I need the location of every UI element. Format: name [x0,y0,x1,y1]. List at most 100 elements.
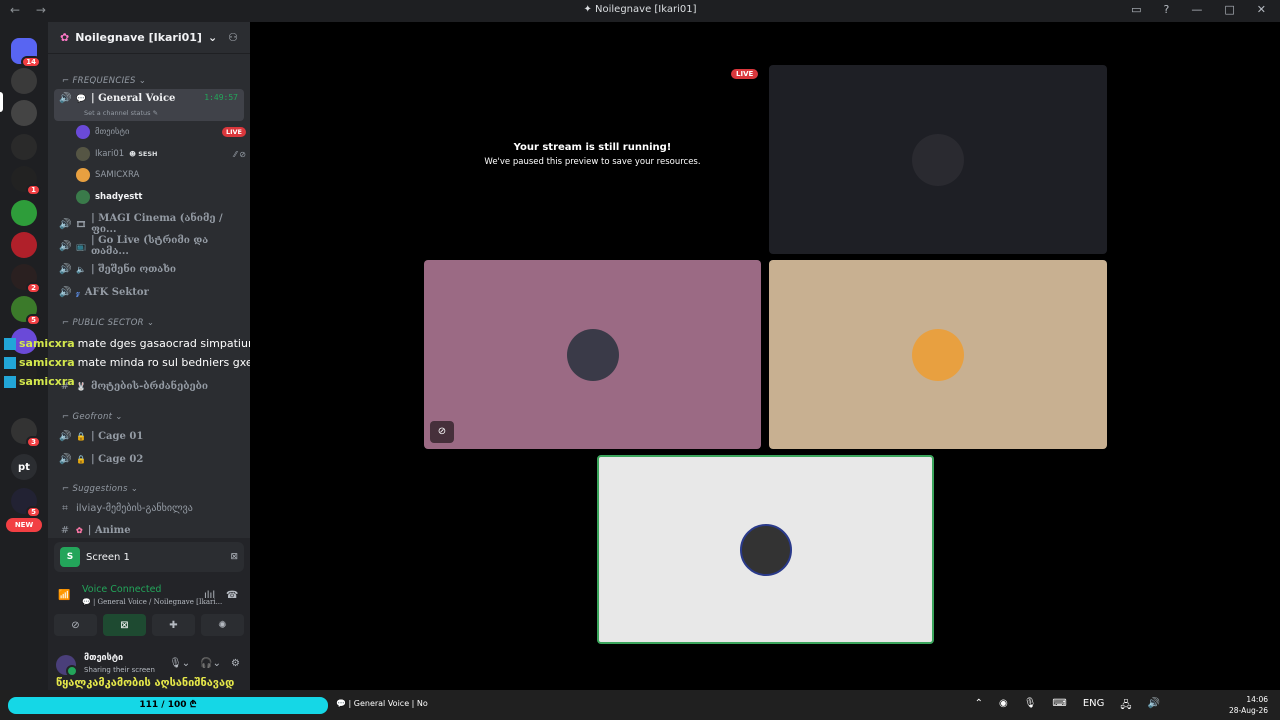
noise-suppression-icon[interactable]: ılıl [204,590,215,601]
user-name[interactable]: მთეისტი [84,653,123,663]
inbox-icon[interactable]: ▭ [1131,3,1141,16]
screen-share-button[interactable]: ⊠ [103,614,146,636]
health-bar: 111 / 100 ₾ [8,697,328,714]
live-badge: LIVE [731,69,759,79]
channel-ilviay[interactable]: ⌗ ilviay-მემების-განხილვა [54,498,244,518]
screen-share-icon: ⊠ [120,619,129,631]
avatar [76,147,90,161]
microphone-icon[interactable]: 🎙⌄ [169,658,190,669]
participant-tile[interactable] [769,260,1107,449]
stop-share-icon[interactable]: ⊠ [230,552,238,562]
soundboard-button[interactable]: ✺ [201,614,244,636]
maximize-icon[interactable]: □ [1224,3,1234,16]
eye-icon[interactable]: ◉ [999,698,1008,715]
disconnect-icon[interactable]: ☎ [226,590,238,601]
avatar [76,190,90,204]
settings-gear-icon[interactable]: ⚙ [231,658,240,669]
channel-afk[interactable]: 🔊 𝓏 AFK Sektor [54,282,244,302]
voice-user[interactable]: მთეისტი LIVE [76,123,246,141]
network-icon[interactable]: 🖧 [1120,698,1131,715]
twitch-icon [4,375,16,388]
mention-badge: 2 [26,282,41,294]
volume-icon[interactable]: 🔊 [1148,698,1160,715]
chevron-up-icon[interactable]: ⌃ [975,698,983,715]
guild-icon[interactable] [11,232,37,258]
clock[interactable]: 14:06 28-Aug-26 [1229,694,1268,716]
twitch-icon [4,356,16,369]
guild-icon[interactable] [11,68,37,94]
guild-icon[interactable]: 2 [11,264,41,294]
guild-icon[interactable]: 1 [11,166,41,196]
chat-bubble-icon: 💬 [82,598,93,606]
minimize-icon[interactable]: — [1191,3,1202,16]
channel-motebis[interactable]: # 🐰 მოტების-ბრძანებები [54,376,244,396]
voice-user[interactable]: shadyestt [76,188,246,206]
language-indicator[interactable]: ENG [1083,698,1105,715]
close-icon[interactable]: ✕ [1257,3,1266,16]
mention-badge: 3 [26,436,41,448]
participant-tile[interactable]: ⊘ [424,260,761,449]
stream-paused-message: Your stream is still running! We've paus… [424,142,761,167]
help-icon[interactable]: ? [1164,3,1170,16]
guild-icon[interactable]: 5 [11,296,41,326]
guild-icon[interactable] [11,200,37,226]
guild-icon[interactable]: 5 [11,488,41,518]
speaker-icon: 🔊 [59,453,72,465]
new-pill[interactable]: NEW [6,518,42,532]
headphones-icon[interactable]: 🎧⌄ [200,658,221,669]
channel-anime[interactable]: # ✿ | Anime [54,520,244,540]
guild-icon[interactable]: 14 [11,38,41,68]
camera-button[interactable]: ⊘ [54,614,97,636]
user-controls: 🎙⌄ 🎧⌄ ⚙ [169,658,240,669]
channel-go-live[interactable]: 🔊 📺 | Go Live (სტრიმი და თამა... [54,235,244,257]
guild-icon[interactable]: pt [11,454,37,480]
speaker-icon: 🔊 [59,430,72,442]
participant-tile-speaking[interactable] [597,455,934,644]
channel-shemtsveni[interactable]: 🔊 🔈 | შეშენი ოთახი [54,259,244,279]
screen-icon: S [60,547,80,567]
mention-badge: 1 [26,184,41,196]
taskbar-channel[interactable]: 💬 | General Voice | No [336,699,428,708]
participant-tile[interactable] [769,65,1107,254]
keyboard-icon[interactable]: ⌨ [1052,698,1066,715]
signal-icon[interactable]: 📶 [58,590,70,601]
voice-user[interactable]: SAMICXRA [76,166,246,184]
server-header[interactable]: ✿ Noilegnave [Ikari01] ⌄ ⚇ [48,22,250,54]
channel-magi-cinema[interactable]: 🔊 🎞 | MAGI Cinema (ანიმე / ფი... [54,213,244,235]
server-icon: ✦ [583,4,596,15]
voice-timer: 1:49:57 [204,93,238,102]
voice-connection: 📶 Voice Connected 💬 | General Voice / No… [54,582,244,612]
channel-cage-02[interactable]: 🔊 🔒 | Cage 02 [54,449,244,469]
avatar [566,328,619,381]
voice-connected-label[interactable]: Voice Connected [82,584,161,595]
category-geofront[interactable]: ⌐ Geofront ⌄ [62,412,123,422]
channel-status[interactable]: Set a channel status ✎ [84,109,158,117]
invite-icon[interactable]: ⚇ [228,31,238,44]
overlay-chat-line: samicxra [4,375,78,388]
lock-icon: 🔒 [76,454,86,464]
guild-icon[interactable] [11,100,37,126]
overlay-caption: წყალკამკამობის აღსანიშნავად [56,676,235,689]
live-badge: LIVE [221,127,246,137]
screen-share-row[interactable]: S Screen 1 ⊠ [54,542,244,572]
guild-icon[interactable]: 3 [11,418,41,448]
channel-cage-01[interactable]: 🔊 🔒 | Cage 01 [54,426,244,446]
category-frequencies[interactable]: ⌐ FREQUENCIES ⌄ [62,76,146,86]
mic-icon[interactable]: 🎙 [1024,698,1037,715]
voice-user[interactable]: Ikari01 ☻ SESH ⁄⁄ ⊘ [76,145,246,163]
activities-button[interactable]: ✚ [152,614,195,636]
category-public-sector[interactable]: ⌐ PUBLIC SECTOR ⌄ [62,318,154,328]
speaker-icon: 🔊 [59,263,72,275]
window-controls: ▭ ? — □ ✕ [1131,3,1266,16]
chat-bubble-icon: 💬 [76,93,86,103]
sleep-icon: 𝓏 [76,286,80,297]
guild-icon[interactable] [11,134,37,160]
twitch-icon [4,337,16,350]
category-suggestions[interactable]: ⌐ Suggestions ⌄ [62,484,138,494]
window-title: ✦ Noilegnave [Ikari01] [583,4,697,15]
avatar[interactable] [56,655,78,677]
speaker-icon: 🔊 [59,286,72,298]
voice-channel-label[interactable]: 💬 | General Voice / Noilegnave [Ikari... [82,598,222,606]
channel-general-voice[interactable]: 🔊 💬 | General Voice 1:49:57 Set a channe… [54,89,244,121]
hash-icon: # [60,524,70,536]
